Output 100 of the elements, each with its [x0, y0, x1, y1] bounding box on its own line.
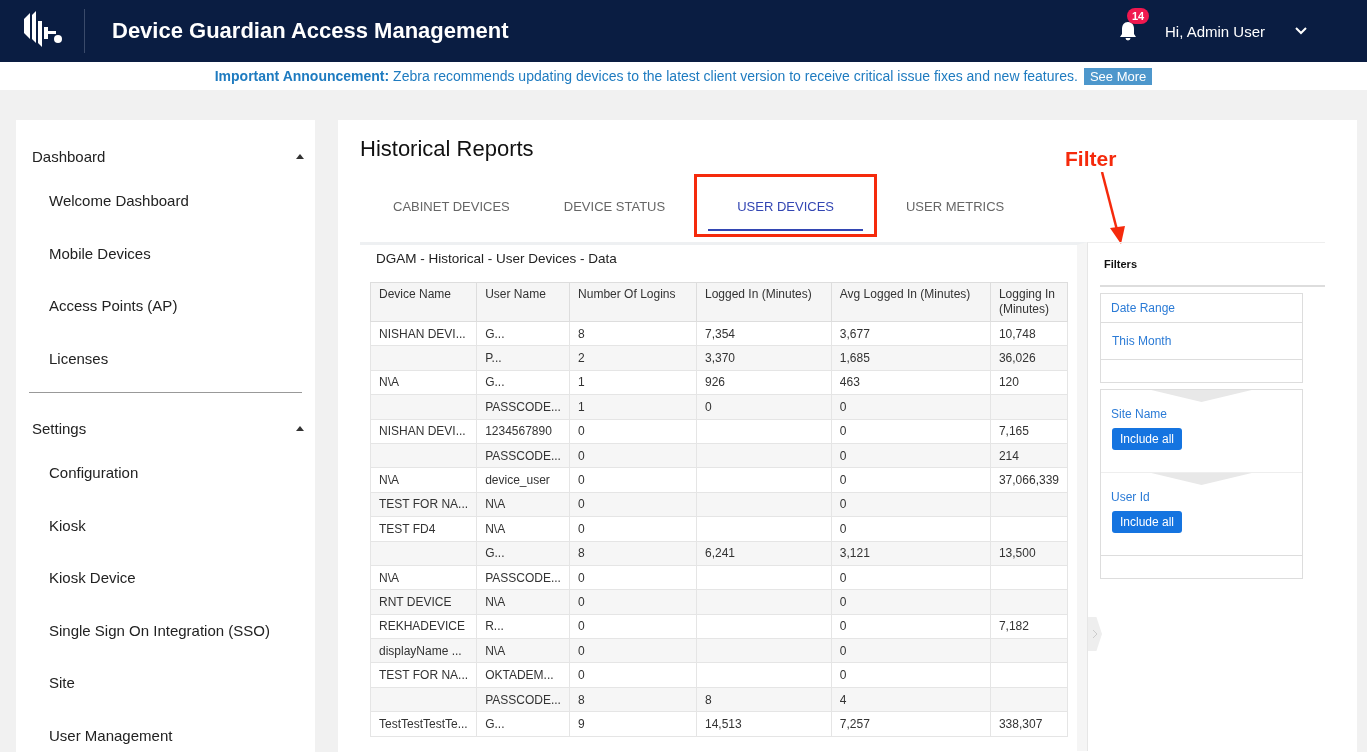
filter-value[interactable]: This Month: [1101, 323, 1302, 360]
include-all-button[interactable]: Include all: [1112, 511, 1183, 533]
table-cell: REKHADEVICE: [370, 614, 477, 639]
table-cell: 0: [569, 443, 697, 468]
sidebar-item[interactable]: Single Sign On Integration (SSO): [16, 604, 315, 657]
table-cell: G...: [476, 711, 570, 737]
table-cell: 0: [569, 638, 697, 663]
table-cell: 0: [831, 614, 991, 639]
table-cell: 37,066,339: [990, 467, 1068, 493]
annotation-arrow: [1098, 172, 1128, 244]
tab[interactable]: DEVICE STATUS: [563, 180, 666, 231]
table-cell: 3,677: [831, 321, 991, 346]
table-cell: 0: [696, 394, 832, 420]
table-cell: RNT DEVICE: [370, 589, 477, 615]
table-cell: NISHAN DEVI...: [370, 321, 477, 346]
table-cell: 0: [569, 662, 697, 688]
table-title: DGAM - Historical - User Devices - Data: [376, 251, 618, 266]
column-header[interactable]: Device Name: [370, 282, 477, 322]
table-cell: N\A: [476, 638, 570, 663]
table-cell: 1: [569, 394, 697, 420]
filter-label: User Id: [1110, 489, 1151, 506]
sidebar-item[interactable]: Licenses: [16, 332, 315, 385]
table-cell: 0: [831, 419, 991, 444]
filter-label: Site Name: [1110, 406, 1169, 423]
table-cell: 1: [569, 370, 697, 395]
table-cell: 14,513: [696, 711, 832, 737]
table-cell: 7,182: [990, 614, 1068, 639]
table-cell: P...: [476, 345, 570, 371]
table-cell: N\A: [370, 467, 477, 493]
table-cell: 0: [569, 589, 697, 615]
table-cell: OKTADEM...: [476, 662, 570, 688]
table-cell: 0: [569, 565, 697, 590]
table-cell: 0: [569, 516, 697, 541]
table-cell: PASSCODE...: [476, 443, 570, 468]
table-cell: 0: [569, 467, 697, 493]
table-cell: TEST FD4: [370, 516, 477, 541]
notification-badge: 14: [1126, 8, 1150, 24]
tab[interactable]: USER METRICS: [906, 180, 1005, 231]
table-cell: TEST FOR NA...: [370, 492, 477, 517]
table-cell: 3,370: [696, 345, 832, 371]
sidebar-item[interactable]: Kiosk Device: [16, 552, 315, 605]
sidebar-item[interactable]: User Management: [16, 709, 315, 752]
caret-icon[interactable]: [296, 426, 304, 431]
sidebar-item[interactable]: Site: [16, 657, 315, 710]
table-cell: 7,354: [696, 321, 832, 346]
table-cell: N\A: [476, 516, 570, 541]
table-cell: 0: [831, 565, 991, 590]
table-cell: 0: [831, 638, 991, 663]
table-cell: 10,748: [990, 321, 1068, 346]
table-cell: 1234567890: [476, 419, 570, 444]
table-cell: 9: [569, 711, 697, 737]
table-cell: R...: [476, 614, 570, 639]
include-all-button[interactable]: Include all: [1112, 428, 1183, 450]
table-cell: G...: [476, 321, 570, 346]
sidebar-item[interactable]: Mobile Devices: [16, 227, 315, 280]
table-cell: 0: [831, 589, 991, 615]
table-cell: N\A: [370, 565, 477, 590]
table-cell: 120: [990, 370, 1068, 395]
table-cell: N\A: [476, 589, 570, 615]
column-header[interactable]: Logging In (Minutes): [990, 282, 1068, 322]
page-title: Historical Reports: [360, 136, 534, 162]
table-cell: 1,685: [831, 345, 991, 371]
sidebar-item[interactable]: Configuration: [16, 447, 315, 500]
section-header[interactable]: Dashboard: [16, 138, 315, 175]
table-cell: 0: [831, 516, 991, 541]
table-cell: N\A: [476, 492, 570, 517]
sidebar-item[interactable]: Access Points (AP): [16, 280, 315, 333]
tab[interactable]: USER DEVICES: [708, 180, 863, 231]
sidebar-item[interactable]: Welcome Dashboard: [16, 175, 315, 228]
user-menu[interactable]: Hi, Admin User: [1164, 22, 1265, 40]
table-cell: G...: [476, 370, 570, 395]
table-cell: 0: [831, 443, 991, 468]
table-cell: 4: [831, 687, 991, 712]
column-header[interactable]: Number Of Logins: [569, 282, 697, 322]
collapse-handle[interactable]: [1088, 617, 1102, 651]
caret-icon[interactable]: [296, 154, 304, 159]
sidebar-item[interactable]: Kiosk: [16, 499, 315, 552]
table-cell: PASSCODE...: [476, 687, 570, 712]
table-cell: 0: [569, 614, 697, 639]
table-cell: 926: [696, 370, 832, 395]
table-cell: 0: [831, 492, 991, 517]
tab[interactable]: CABINET DEVICES: [393, 180, 510, 231]
table-cell: 8: [569, 687, 697, 712]
filters-title: Filters: [1100, 243, 1325, 287]
table-cell: N\A: [370, 370, 477, 395]
table-cell: NISHAN DEVI...: [370, 419, 477, 444]
table-cell: 8: [569, 541, 697, 566]
chevron-down-icon[interactable]: [1295, 27, 1307, 35]
table-cell: 6,241: [696, 541, 832, 566]
column-header[interactable]: User Name: [476, 282, 570, 322]
table-cell: 0: [569, 492, 697, 517]
section-header[interactable]: Settings: [16, 410, 315, 447]
table-cell: PASSCODE...: [476, 565, 570, 590]
column-header[interactable]: Avg Logged In (Minutes): [831, 282, 991, 322]
table-cell: G...: [476, 541, 570, 566]
table-cell: 7,165: [990, 419, 1068, 444]
bell-icon[interactable]: [1118, 21, 1137, 41]
table-cell: TEST FOR NA...: [370, 662, 477, 688]
table-cell: 7,257: [831, 711, 991, 737]
column-header[interactable]: Logged In (Minutes): [696, 282, 832, 322]
